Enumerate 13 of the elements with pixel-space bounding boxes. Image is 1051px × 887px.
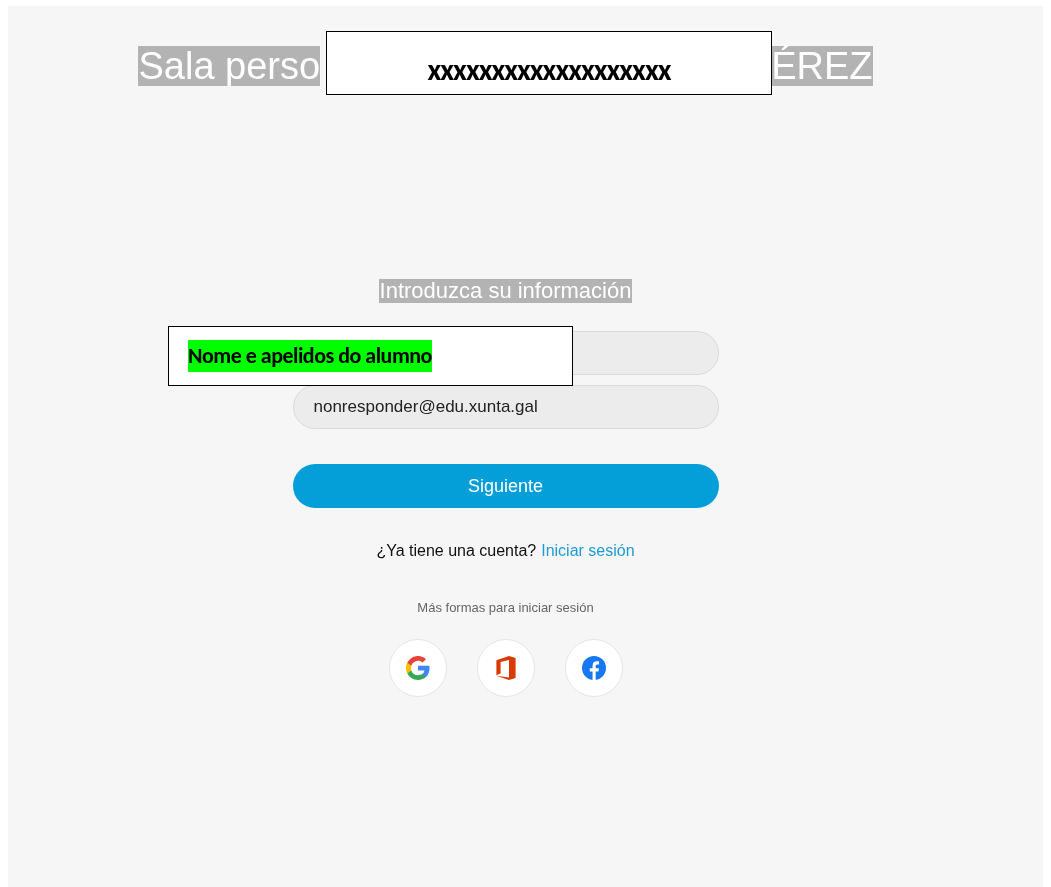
f-logo-icon [581,656,606,680]
more-ways-label: Más formas para iniciar sesión [417,600,594,615]
g-logo-icon [405,656,430,680]
form-heading: Introduzca su información [378,279,633,303]
sign-in-link[interactable]: Iniciar sesión [541,542,635,560]
room-title: ÉREZ [771,46,873,86]
account-prompt: ¿Ya tiene una cuenta? [376,542,537,560]
annotation-text: xxxxxxxxxxxxxxxxxxx [427,50,671,88]
next-button[interactable]: Siguiente [292,464,719,508]
annotation-text: Nome e apelidos do alumno [188,340,432,372]
room-title: Sala perso [138,46,321,86]
input-field[interactable]: nonresponder@edu.xunta.gal [292,385,719,429]
office-logo-icon [493,656,518,680]
